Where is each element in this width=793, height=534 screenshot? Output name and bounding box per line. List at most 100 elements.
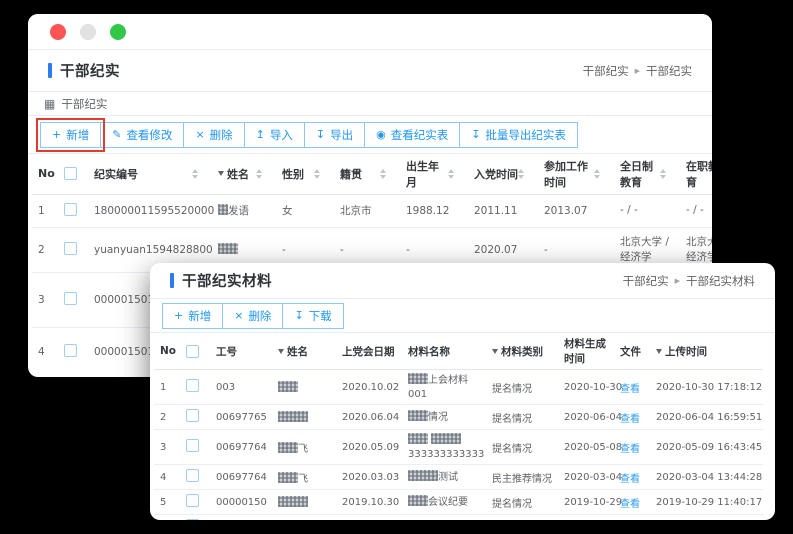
row-checkbox[interactable] [186,439,199,452]
zoom-dot-icon[interactable] [110,24,126,40]
column-header[interactable]: 姓名 [272,333,336,370]
column-header-label: 姓名 [287,344,308,359]
table-cell: 1 [154,370,180,405]
export-button[interactable]: ↧导出 [304,122,365,148]
table-cell: 2020-03-04 13:44:28 [650,465,763,490]
sort-carets-icon[interactable] [660,169,674,179]
breadcrumb: 干部纪实 ▶ 干部纪实材料 [623,273,755,289]
button-label: 导入 [270,127,293,143]
filter-icon[interactable] [656,349,662,354]
download-button[interactable]: ↧下载 [282,303,343,329]
column-header: 文件 [614,333,650,370]
page-header: 干部纪实材料 干部纪实 ▶ 干部纪实材料 [150,263,775,299]
column-header-label: 文件 [620,344,641,359]
filter-icon[interactable] [492,349,498,354]
row-checkbox[interactable] [64,203,77,216]
select-all-checkbox[interactable] [64,167,77,180]
column-header[interactable]: 纪实编号 [88,154,212,194]
select-all-checkbox[interactable] [186,345,199,358]
filter-icon[interactable] [278,349,284,354]
table-cell: - / - [614,194,680,227]
toolbar-button-group: +新增✎查看修改×删除↥导入↧导出◉查看纪实表↧批量导出纪实表 [40,122,578,148]
select-all-header[interactable] [58,154,88,194]
add-button[interactable]: +新增 [162,303,223,329]
table-cell: 飞 [272,465,336,490]
page-title: 干部纪实材料 [182,270,272,291]
column-header[interactable]: 材料类别 [486,333,558,370]
table-cell: 2020-10-30 17:18:12 [650,370,763,405]
filter-icon[interactable] [218,171,224,176]
table-cell: 1988.12 [400,194,468,227]
sort-carets-icon[interactable] [314,169,328,179]
import-button[interactable]: ↥导入 [244,122,305,148]
table-cell [272,405,336,430]
delete-button[interactable]: ×删除 [183,122,244,148]
close-dot-icon[interactable] [50,24,66,40]
view-link[interactable]: 查看 [620,414,640,425]
table-cell: 2020-10-30 [558,370,614,405]
x-icon: × [234,310,243,321]
row-checkbox[interactable] [64,292,77,305]
view-link[interactable]: 查看 [620,499,640,510]
sort-carets-icon[interactable] [594,169,608,179]
file-cell: 查看 [614,370,650,405]
breadcrumb-item[interactable]: 干部纪实 [623,273,669,289]
row-select-cell [58,194,88,227]
sort-carets-icon[interactable] [448,169,462,179]
column-header: 材料名称 [402,333,486,370]
sort-carets-icon[interactable] [192,169,206,179]
plus-icon: + [52,129,61,140]
column-header[interactable]: 上传时间 [650,333,763,370]
add-button[interactable]: +新增 [40,122,101,148]
table-row: 10032020.10.02上会材料001提名情况2020-10-30查看202… [154,370,763,405]
column-header[interactable]: 性别 [276,154,334,194]
row-checkbox[interactable] [186,409,199,422]
select-all-header[interactable] [180,333,210,370]
column-header[interactable]: 全日制教育 [614,154,680,194]
censored-text [408,433,428,444]
table-cell: 2 [32,227,58,272]
sort-carets-icon[interactable] [380,169,394,179]
row-checkbox[interactable] [64,242,77,255]
breadcrumb-item[interactable]: 干部纪实材料 [686,273,755,289]
minimize-dot-icon[interactable] [80,24,96,40]
table-row: 2006977652020.06.04情况提名情况2020-06-04查看202… [154,405,763,430]
column-header[interactable]: 姓名 [212,154,276,194]
row-checkbox[interactable] [64,344,77,357]
table-cell: 女 [276,194,334,227]
row-select-cell [180,465,210,490]
batch-export-button[interactable]: ↧批量导出纪实表 [459,122,578,148]
table-cell: 2019.10.30 [336,515,402,521]
sort-carets-icon[interactable] [518,169,532,179]
button-label: 新增 [188,308,211,324]
view-record-table-button[interactable]: ◉查看纪实表 [364,122,460,148]
column-header-label: 工号 [216,344,237,359]
view-link[interactable]: 查看 [620,384,640,395]
row-checkbox[interactable] [186,494,199,507]
table-cell: 2011.11 [468,194,538,227]
column-header-label: 性别 [282,166,304,182]
row-checkbox[interactable] [186,519,199,520]
table-cell: 6 [154,515,180,521]
sort-carets-icon[interactable] [256,169,270,179]
column-header[interactable]: 参加工作时间 [538,154,614,194]
table-cell: 333333333333 [402,430,486,465]
titlebar [28,14,712,50]
breadcrumb-item[interactable]: 干部纪实 [646,63,692,79]
delete-button[interactable]: × 删除 [222,303,283,329]
column-header[interactable]: 在职教育 [680,154,712,194]
view-link[interactable]: 查看 [620,474,640,485]
button-label: 删除 [248,308,271,324]
table-cell: 2 [154,405,180,430]
column-header: No [154,333,180,370]
toolbar: +新增✎查看修改×删除↥导入↧导出◉查看纪实表↧批量导出纪实表 [28,116,712,154]
column-header[interactable]: 籍贯 [334,154,400,194]
view-edit-button[interactable]: ✎查看修改 [100,122,184,148]
eye-icon: ◉ [376,129,386,140]
row-checkbox[interactable] [186,379,199,392]
view-link[interactable]: 查看 [620,444,640,455]
column-header[interactable]: 出生年月 [400,154,468,194]
column-header[interactable]: 入党时间 [468,154,538,194]
breadcrumb-item[interactable]: 干部纪实 [583,63,629,79]
row-checkbox[interactable] [186,469,199,482]
